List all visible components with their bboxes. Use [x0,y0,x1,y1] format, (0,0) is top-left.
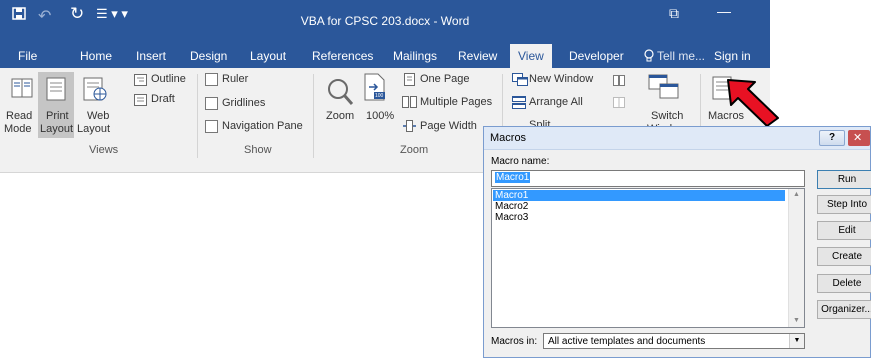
tab-design[interactable]: Design [190,49,227,63]
list-scrollbar[interactable]: ▲ ▼ [788,189,804,327]
macros-in-select[interactable]: All active templates and documents ▼ [543,333,805,349]
macros-in-label: Macros in: [491,336,538,347]
multiple-pages-label[interactable]: Multiple Pages [420,96,492,108]
navigation-pane-checkbox[interactable] [205,120,218,133]
gridlines-label[interactable]: Gridlines [222,97,265,109]
edit-button[interactable]: Edit [817,221,871,240]
zoom-group-label: Zoom [400,144,429,156]
draft-label[interactable]: Draft [151,93,175,105]
minimize-button[interactable]: — [717,3,731,19]
navigation-pane-label[interactable]: Navigation Pane [222,120,303,132]
macros-in-value: All active templates and documents [548,336,706,347]
macro-name-value: Macro1 [495,172,531,183]
chevron-down-icon[interactable]: ▼ [789,334,804,348]
views-group-label: Views [89,144,119,156]
step-into-button[interactable]: Step Into [817,195,871,214]
tab-review[interactable]: Review [458,49,497,63]
web-layout-label-1[interactable]: Web [87,110,109,122]
close-icon: ✕ [853,132,863,144]
one-page-icon[interactable] [404,73,415,91]
read-mode-label-2[interactable]: Mode [4,123,32,135]
macro-name-input[interactable]: Macro1 [491,170,805,187]
tab-file[interactable]: File [18,49,37,63]
zoom-100-label[interactable]: 100% [366,110,394,122]
tab-insert[interactable]: Insert [136,49,166,63]
switch-windows-label-1[interactable]: Switch [651,110,683,122]
ribbon-tabs: File Home Insert Design Layout Reference… [0,44,770,68]
sign-in-link[interactable]: Sign in [714,49,751,63]
ruler-checkbox[interactable] [205,73,218,86]
help-button[interactable]: ? [819,130,845,146]
tell-me-search[interactable]: Tell me... [657,49,705,63]
create-button[interactable]: Create [817,247,871,266]
ribbon-display-options-icon[interactable]: ⧉ [669,5,679,22]
dialog-title-bar: Macros ? ✕ [484,127,870,150]
list-item[interactable]: Macro2 [493,201,785,212]
delete-button[interactable]: Delete [817,274,871,293]
page-width-icon[interactable] [403,119,416,137]
organizer-button[interactable]: Organizer... [817,300,871,319]
one-page-label[interactable]: One Page [420,73,470,85]
web-layout-label-2[interactable]: Layout [77,123,110,135]
page-width-label[interactable]: Page Width [420,120,477,132]
arrange-all-icon[interactable] [512,96,526,114]
lightbulb-icon [644,49,654,68]
list-item[interactable]: Macro1 [493,190,785,201]
outline-label[interactable]: Outline [151,73,186,85]
macro-list[interactable]: Macro1 Macro2 Macro3 ▲ ▼ [491,188,805,328]
dialog-title: Macros [490,132,527,144]
print-layout-label-2[interactable]: Layout [40,123,73,135]
tab-developer[interactable]: Developer [569,49,624,63]
read-mode-label-1[interactable]: Read [6,110,32,122]
zoom-magnifier-icon[interactable] [327,78,354,111]
window-title: VBA for CPSC 203.docx - Word [300,14,470,28]
read-mode-icon[interactable] [11,77,33,104]
view-side-by-side-icon[interactable] [613,73,625,91]
scroll-down-icon[interactable]: ▼ [793,317,800,324]
outline-icon[interactable] [134,73,147,91]
scroll-up-icon[interactable]: ▲ [793,191,800,198]
help-icon: ? [829,132,836,143]
title-bar: ↶ ↻ ☰ ▾ ▾ VBA for CPSC 203.docx - Word ⧉… [0,0,770,44]
close-button[interactable]: ✕ [848,130,870,146]
red-arrow-annotation [727,79,779,127]
tab-references[interactable]: References [312,49,373,63]
list-item[interactable]: Macro3 [493,212,785,223]
gridlines-checkbox[interactable] [205,97,218,110]
new-window-label[interactable]: New Window [529,73,593,85]
zoom-label[interactable]: Zoom [326,110,354,122]
arrange-all-label[interactable]: Arrange All [529,96,583,108]
group-divider [313,74,314,158]
draft-icon[interactable] [134,93,147,111]
run-button[interactable]: Run [817,170,871,189]
web-layout-icon[interactable] [83,77,107,106]
new-window-icon[interactable] [512,73,528,91]
show-group-label: Show [244,144,272,156]
print-layout-label-1[interactable]: Print [46,110,69,122]
zoom-100-icon[interactable] [364,73,386,106]
synchronous-scrolling-icon[interactable] [613,95,625,113]
print-layout-icon[interactable] [45,77,67,106]
tab-home[interactable]: Home [80,49,112,63]
macros-dialog: Macros ? ✕ Macro name: Macro1 Macro1 Mac… [483,126,871,358]
switch-windows-icon[interactable] [648,74,680,105]
zoom-100-badge: 100 [375,93,384,99]
tab-view[interactable]: View [510,44,552,68]
group-divider [197,74,198,158]
ruler-label[interactable]: Ruler [222,73,248,85]
macro-name-label: Macro name: [491,156,550,167]
multiple-pages-icon[interactable] [402,95,417,113]
tab-mailings[interactable]: Mailings [393,49,437,63]
tab-layout[interactable]: Layout [250,49,286,63]
